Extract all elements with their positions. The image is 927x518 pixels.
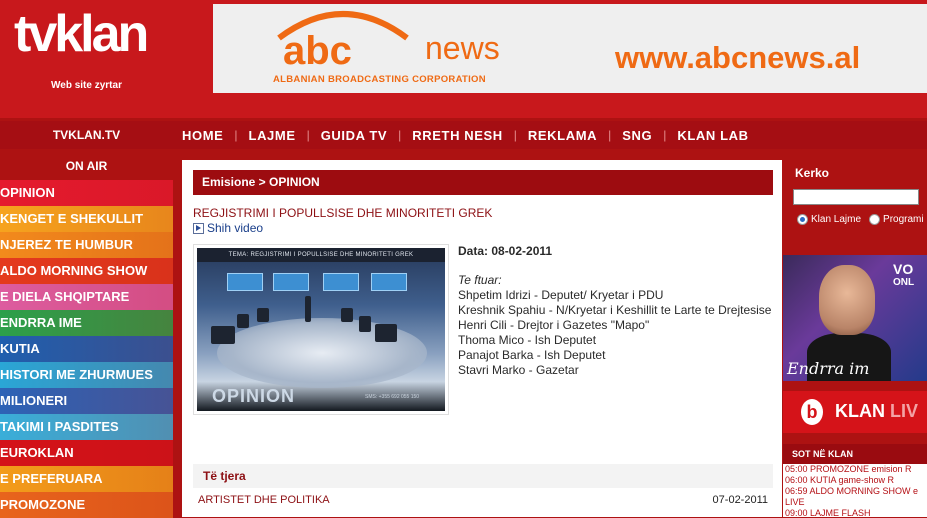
main-nav: HOME | LAJME | GUIDA TV | RRETH NESH | R… — [182, 121, 749, 149]
nav-separator: | — [398, 128, 402, 142]
right-column: Kerko Klan Lajme Programi VO ONL Endrra … — [783, 155, 927, 517]
brand-link[interactable]: TVKLAN.TV — [0, 121, 173, 149]
search-scope: Klan Lajme Programi — [797, 214, 924, 225]
promo-host-face — [819, 265, 875, 335]
nav-separator: | — [306, 128, 310, 142]
sidebar-show-item[interactable]: KENGET E SHEKULLIT — [0, 206, 173, 232]
nav-separator: | — [513, 128, 517, 142]
article-title[interactable]: REGJISTRIMI I POPULLSISE DHE MINORITETI … — [193, 206, 492, 220]
nav-guida-tv[interactable]: GUIDA TV — [321, 128, 387, 143]
abc-url[interactable]: www.abcnews.al — [615, 40, 860, 76]
search-label: Kerko — [795, 166, 830, 180]
promo-vote-text: VO — [893, 261, 914, 277]
nav-separator: | — [234, 128, 238, 142]
sidebar-show-item[interactable]: EUROKLAN — [0, 440, 173, 466]
guest-figure — [237, 314, 249, 328]
klan-logo-icon: b — [801, 399, 823, 425]
guest-item: Henri Cili - Drejtor i Gazetes "Mapo" — [458, 318, 650, 332]
schedule-item[interactable]: 06:00 KUTIA game-show R — [783, 475, 927, 486]
nav-home[interactable]: HOME — [182, 128, 223, 143]
episode-info: Data: 08-02-2011 Te ftuar: Shpetim Idriz… — [458, 244, 773, 378]
guests-label: Te ftuar: — [458, 273, 502, 287]
other-episodes-label: Të tjera — [203, 469, 246, 483]
schedule-list: 05:00 PROMOZONE emision R 06:00 KUTIA ga… — [783, 464, 927, 517]
thumbnail-topic-bar: TEMA: REGJISTRIMI I POPULLSISE DHE MINOR… — [197, 248, 445, 262]
radio-klan-lajme-label[interactable]: Klan Lajme — [811, 214, 861, 225]
guest-item: Kreshnik Spahiu - N/Kryetar i Keshillit … — [458, 303, 772, 317]
other-episode-row[interactable]: ARTISTET DHE POLITIKA 07-02-2011 — [193, 494, 773, 510]
sidebar-show-item[interactable]: KUTIA — [0, 336, 173, 362]
schedule-item[interactable]: 06:59 ALDO MORNING SHOW e — [783, 486, 927, 497]
video-thumbnail-frame[interactable]: TEMA: REGJISTRIMI I POPULLSISE DHE MINOR… — [193, 244, 449, 415]
abc-corporation: ALBANIAN BROADCASTING CORPORATION — [273, 74, 486, 85]
sidebar-show-item[interactable]: OPINION — [0, 180, 173, 206]
radio-programi-label[interactable]: Programi — [883, 214, 924, 225]
sidebar-show-item[interactable]: NJEREZ TE HUMBUR — [0, 232, 173, 258]
episode-date: Data: 08-02-2011 — [458, 244, 553, 258]
sidebar-show-item[interactable]: TAKIMI I PASDITES — [0, 414, 173, 440]
video-thumbnail[interactable]: TEMA: REGJISTRIMI I POPULLSISE DHE MINOR… — [197, 248, 445, 411]
watch-video-link[interactable]: Shih video — [193, 221, 263, 235]
nav-separator: | — [663, 128, 667, 142]
guest-figure — [359, 316, 371, 332]
guest-figure — [341, 308, 353, 322]
radio-klan-lajme[interactable] — [797, 214, 808, 225]
nav-reklama[interactable]: REKLAMA — [528, 128, 597, 143]
sidebar-show-item[interactable]: E PREFERUARA — [0, 466, 173, 492]
breadcrumb: Emisione > OPINION — [193, 170, 773, 195]
guest-figure — [211, 326, 235, 344]
tvklan-logo[interactable]: tvklan — [14, 4, 149, 64]
abc-logo-mark: abc — [277, 11, 409, 68]
nav-sng[interactable]: SNG — [622, 128, 652, 143]
sms-number: SMS: +355 692 055 150 — [365, 394, 420, 400]
abc-news-word: news — [425, 30, 500, 66]
breadcrumb-text[interactable]: Emisione > OPINION — [193, 170, 773, 195]
nav-separator: | — [608, 128, 612, 142]
sidebar-show-item[interactable]: E DIELA SHQIPTARE — [0, 284, 173, 310]
guest-figure — [257, 308, 269, 322]
search-input[interactable] — [793, 189, 919, 205]
sidebar-show-item[interactable]: PROMOZONE — [0, 492, 173, 518]
guest-figure — [375, 324, 397, 342]
guest-item: Thoma Mico - Ish Deputet — [458, 333, 597, 347]
schedule-item[interactable]: 05:00 PROMOZONE emision R — [783, 464, 927, 475]
studio-screens — [227, 273, 407, 295]
play-icon — [193, 222, 204, 234]
promo-online-text: ONL — [893, 277, 915, 288]
abc-logo-text: abc — [283, 29, 352, 68]
sidebar-show-item[interactable]: ENDRRA IME — [0, 310, 173, 336]
promo-caption: Endrra im — [787, 359, 870, 378]
other-episodes-header: Të tjera — [193, 464, 773, 488]
logo-subtitle: Web site zyrtar — [51, 80, 122, 91]
sidebar-show-item[interactable]: MILIONERI — [0, 388, 173, 414]
presenter-figure — [305, 296, 311, 322]
sidebar-show-item[interactable]: HISTORI ME ZHURMUES — [0, 362, 173, 388]
schedule-item[interactable]: 09:00 LAJME FLASH — [783, 508, 927, 517]
sidebar-show-item[interactable]: ALDO MORNING SHOW — [0, 258, 173, 284]
main-content: Emisione > OPINION REGJISTRIMI I POPULLS… — [182, 160, 782, 517]
today-on-klan-header: SOT NË KLAN — [783, 444, 927, 464]
on-air-heading: ON AIR — [65, 159, 108, 173]
endrra-ime-promo[interactable]: VO ONL Endrra im — [783, 255, 927, 381]
nav-klan-lab[interactable]: KLAN LAB — [677, 128, 748, 143]
watch-video-label: Shih video — [207, 221, 264, 235]
nav-rreth-nesh[interactable]: RRETH NESH — [412, 128, 503, 143]
other-episode-date: 07-02-2011 — [712, 494, 768, 506]
opinion-show-logo: OPINION — [212, 386, 296, 406]
nav-lajme[interactable]: LAJME — [249, 128, 296, 143]
schedule-item[interactable]: LIVE — [783, 497, 927, 508]
radio-programi[interactable] — [869, 214, 881, 225]
other-episode-title[interactable]: ARTISTET DHE POLITIKA — [198, 494, 330, 506]
show-sidebar: OPINION KENGET E SHEKULLIT NJEREZ TE HUMBU… — [0, 180, 173, 518]
abcnews-banner[interactable]: abc news ALBANIAN BROADCASTING CORPORATI… — [213, 4, 927, 93]
guest-item: Stavri Marko - Gazetar — [458, 363, 579, 377]
guest-item: Panajot Barka - Ish Deputet — [458, 348, 606, 362]
guest-item: Shpetim Idrizi - Deputet/ Kryetar i PDU — [458, 288, 664, 302]
logo-area[interactable]: tvklan Web site zyrtar — [0, 0, 173, 118]
klan-live-label: KLAN LIV — [835, 401, 919, 421]
klan-live-button[interactable]: b KLAN LIV — [783, 391, 927, 433]
